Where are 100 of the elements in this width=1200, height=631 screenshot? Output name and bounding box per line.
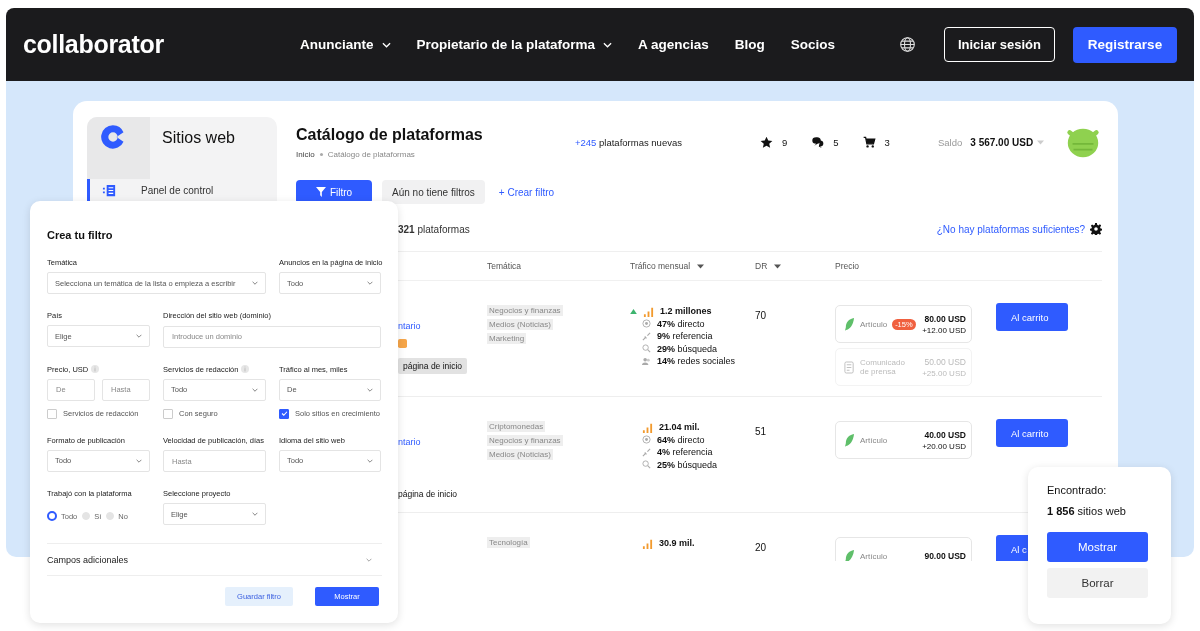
- homepage-tag: página de inicio: [398, 487, 461, 501]
- traffic-source: 4% referencia: [657, 447, 713, 457]
- traffic-source: 9% referencia: [657, 331, 713, 341]
- extra-price: +12.00 USD: [922, 325, 966, 335]
- globe-icon[interactable]: [898, 36, 916, 53]
- extra-price: +20.00 USD: [922, 441, 966, 451]
- topic-tag: Medios (Noticias): [487, 319, 553, 330]
- balance-value[interactable]: 3 567.00 USD: [970, 136, 1034, 148]
- target-icon: [642, 319, 651, 328]
- filter-icon: [315, 187, 326, 197]
- chevron-down-icon: [136, 458, 142, 463]
- cart-icon[interactable]: [862, 135, 876, 149]
- nav-link[interactable]: Blog: [734, 37, 765, 52]
- site-link[interactable]: ntario: [398, 437, 421, 447]
- traffic-total: 21.04 mil.: [659, 422, 700, 432]
- chevron-down-icon: [252, 281, 258, 285]
- chevron-down-icon: [367, 281, 373, 285]
- people-icon: [642, 356, 651, 366]
- traffic-total: 30.9 mil.: [659, 538, 695, 548]
- filter-button[interactable]: Filtro: [296, 180, 372, 204]
- sort-icon[interactable]: [774, 263, 782, 269]
- trend-up-icon: [630, 308, 637, 314]
- price: 90.00 USD: [924, 551, 966, 561]
- page-title: Catálogo de plataformas: [296, 125, 484, 144]
- login-button[interactable]: Iniciar sesión: [943, 27, 1055, 62]
- traffic-source: 29% búsqueda: [657, 343, 718, 354]
- nav-link[interactable]: Anunciante: [300, 37, 391, 52]
- settings-icon[interactable]: [1090, 223, 1103, 235]
- nav-link[interactable]: Propietario de la plataforma: [416, 37, 613, 52]
- signal-bars-icon: [642, 537, 653, 549]
- signal-bars-icon: [642, 421, 653, 433]
- register-button[interactable]: Registrarse: [1073, 26, 1177, 63]
- list-icon: [102, 182, 117, 198]
- extra-price: +25.00 USD: [922, 368, 966, 378]
- counter-value: 9: [782, 136, 788, 148]
- dr-value: 51: [755, 426, 767, 437]
- balance-label: Saldo: [938, 136, 963, 148]
- clear-button[interactable]: Borrar: [1047, 568, 1148, 598]
- feather-icon: [844, 433, 855, 447]
- section-title: Sitios web: [161, 128, 235, 148]
- breadcrumb-current: Catálogo de plataformas: [327, 149, 415, 159]
- additional-fields-toggle[interactable]: Campos adicionales: [47, 543, 382, 576]
- search-icon: [642, 460, 651, 469]
- checkbox[interactable]: [279, 408, 289, 419]
- feather-icon: [844, 317, 855, 331]
- target-icon: [642, 435, 651, 444]
- search-icon: [642, 344, 651, 353]
- sort-icon[interactable]: [697, 263, 705, 269]
- traffic-source: 14% redes sociales: [657, 356, 736, 366]
- new-platforms-link[interactable]: +245 plataformas nuevas: [575, 136, 760, 148]
- add-to-cart-button[interactable]: Al carrito: [996, 419, 1068, 447]
- link-icon: [642, 447, 651, 457]
- topic-tag: Negocios y finanzas: [487, 305, 563, 316]
- site-link[interactable]: ntario: [398, 321, 421, 331]
- column-header[interactable]: DR: [755, 261, 768, 271]
- chevron-down-icon: [136, 334, 142, 338]
- badge-icon: [398, 339, 407, 348]
- counter-value: 3: [884, 136, 890, 148]
- traffic-source: 25% búsqueda: [657, 459, 718, 470]
- found-label: Encontrado:: [1047, 484, 1107, 496]
- topic-tag: Medios (Noticias): [487, 449, 553, 460]
- topic-tag: Marketing: [487, 333, 527, 344]
- more-platforms-link[interactable]: ¿No hay plataformas suficientes?: [936, 223, 1086, 235]
- topic-tag: Criptomonedas: [487, 421, 546, 432]
- price: 40.00 USD: [924, 429, 966, 440]
- offer-label: Artículo: [860, 435, 888, 445]
- traffic-source: 47% directo: [657, 318, 705, 329]
- feather-icon: [844, 549, 855, 561]
- results-count: 321 plataformas: [398, 223, 470, 235]
- create-filter-link[interactable]: + Crear filtro: [498, 186, 555, 198]
- add-to-cart-button[interactable]: Al carrito: [996, 303, 1068, 331]
- homepage-tag: página de inicio: [398, 358, 468, 374]
- column-header[interactable]: Temática: [487, 261, 521, 271]
- saved-filters-button[interactable]: Aún no tiene filtros: [382, 180, 485, 204]
- nav-link[interactable]: Socios: [790, 37, 836, 52]
- column-header[interactable]: Tráfico mensual: [630, 261, 691, 271]
- chat-icon[interactable]: [811, 135, 825, 149]
- dr-value: 70: [755, 310, 767, 321]
- show-button[interactable]: Mostrar: [1047, 532, 1148, 562]
- star-icon[interactable]: [760, 135, 773, 149]
- logo[interactable]: collaborator: [23, 30, 300, 59]
- offer-label: Artículo: [860, 319, 888, 329]
- traffic-total: 1.2 millones: [660, 306, 712, 316]
- chevron-down-icon: [252, 387, 258, 392]
- chevron-down-icon: [252, 512, 258, 516]
- traffic-source: 64% directo: [657, 434, 705, 445]
- price: 80.00 USD: [924, 313, 966, 324]
- price-option[interactable]: Artículo 90.00 USD: [835, 537, 972, 561]
- signal-bars-icon: [643, 305, 654, 317]
- nav-link[interactable]: A agencias: [638, 37, 709, 52]
- dr-value: 20: [755, 542, 767, 553]
- breadcrumb-link[interactable]: Inicio: [296, 149, 315, 159]
- found-count: 1 856 sitios web: [1047, 505, 1126, 517]
- column-header[interactable]: Precio: [835, 261, 860, 271]
- topic-tag: Tecnología: [487, 537, 530, 548]
- chevron-down-icon: [367, 387, 373, 392]
- panel-title: Crea tu filtro: [47, 229, 114, 241]
- document-icon: [844, 360, 855, 374]
- price-option[interactable]: Artículo 40.00 USD +20.00 USD: [835, 421, 972, 459]
- chevron-down-icon: [366, 557, 372, 562]
